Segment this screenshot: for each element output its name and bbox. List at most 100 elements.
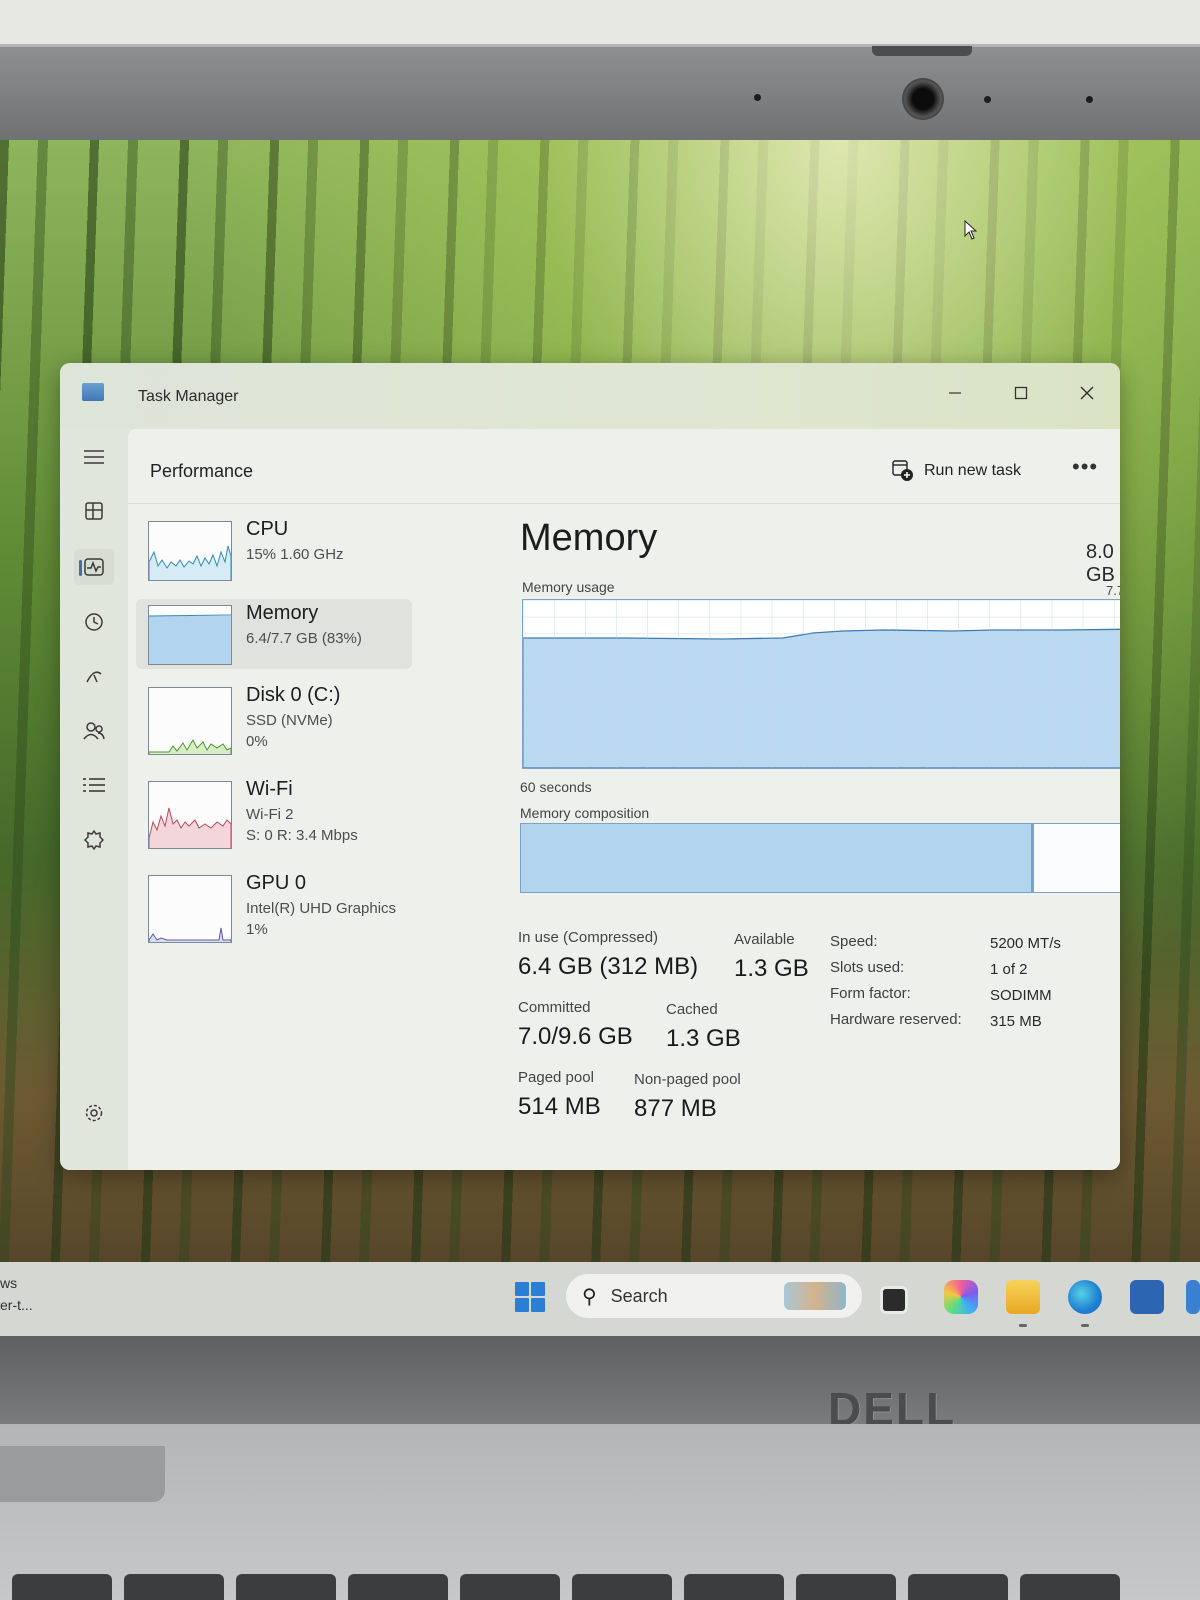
- nav-details[interactable]: [74, 767, 114, 803]
- more-options-button[interactable]: •••: [1072, 454, 1098, 480]
- run-new-task-label: Run new task: [924, 462, 1021, 479]
- memory-heading: Memory: [520, 517, 658, 559]
- graph-time-left: 60 seconds: [520, 779, 592, 795]
- navigation-rail: [60, 429, 128, 1170]
- device-cpu[interactable]: CPU 15% 1.60 GHz: [136, 515, 412, 585]
- nav-processes[interactable]: [74, 493, 114, 529]
- paged-pool-value: 514 MB: [518, 1093, 601, 1120]
- window-title: Task Manager: [138, 388, 239, 405]
- memory-composition-bar: [520, 823, 1120, 893]
- task-manager-taskbar-icon[interactable]: [1186, 1280, 1200, 1314]
- running-indicator: [1019, 1324, 1027, 1327]
- windows-logo-tile: [515, 1282, 529, 1296]
- search-highlight-image: [784, 1282, 846, 1310]
- device-name: Disk 0 (C:): [246, 684, 341, 706]
- device-usage: 0%: [246, 733, 268, 750]
- form-factor-label: Form factor:: [830, 985, 911, 1002]
- cached-value: 1.3 GB: [666, 1025, 741, 1052]
- details-icon: [83, 778, 105, 792]
- non-paged-pool-label: Non-paged pool: [634, 1071, 741, 1088]
- device-wifi[interactable]: Wi-Fi Wi-Fi 2 S: 0 R: 3.4 Mbps: [136, 775, 412, 849]
- keyboard-row: [0, 1574, 1200, 1600]
- maximize-icon: [1014, 386, 1028, 400]
- microsoft-store-icon[interactable]: [1130, 1280, 1164, 1314]
- lid-notch: [872, 46, 972, 56]
- slots-label: Slots used:: [830, 959, 905, 976]
- minimize-icon: [949, 392, 961, 394]
- device-disk[interactable]: Disk 0 (C:) SSD (NVMe) 0%: [136, 681, 412, 755]
- device-name: Wi-Fi: [246, 778, 293, 800]
- edge-browser-icon[interactable]: [1068, 1280, 1102, 1314]
- keyboard-key: [124, 1574, 224, 1600]
- mouse-cursor-icon: [964, 220, 978, 240]
- device-detail: SSD (NVMe): [246, 712, 333, 729]
- non-paged-pool-value: 877 MB: [634, 1095, 717, 1122]
- file-explorer-icon[interactable]: [1006, 1280, 1040, 1314]
- device-detail: Intel(R) UHD Graphics: [246, 900, 397, 917]
- nav-startup-apps[interactable]: [74, 658, 114, 694]
- search-icon: ⚲: [582, 1285, 597, 1308]
- task-manager-icon: [82, 383, 104, 401]
- device-memory[interactable]: Memory 6.4/7.7 GB (83%): [136, 599, 412, 669]
- users-icon: [83, 722, 105, 740]
- content-pane: Performance Run new task ••• CPU 15% 1.6…: [128, 429, 1120, 1170]
- task-view-icon[interactable]: [880, 1286, 908, 1314]
- memory-composition-label: Memory composition: [520, 805, 650, 821]
- memory-usage-graph: [522, 599, 1120, 769]
- nav-app-history[interactable]: [74, 604, 114, 640]
- laptop-bottom-bezel: [0, 1336, 1200, 1426]
- hamburger-menu-button[interactable]: [74, 439, 114, 475]
- form-factor-value: SODIMM: [990, 987, 1052, 1004]
- maximize-button[interactable]: [998, 375, 1044, 411]
- cpu-thumbnail-graph: [148, 521, 232, 581]
- start-button[interactable]: [515, 1282, 545, 1312]
- nav-settings[interactable]: [74, 1095, 114, 1131]
- header-divider: [128, 503, 1120, 504]
- available-value: 1.3 GB: [734, 955, 809, 982]
- widget-line: ws: [0, 1275, 18, 1291]
- composition-modified: [1030, 824, 1034, 892]
- keyboard-key: [348, 1574, 448, 1600]
- cached-label: Cached: [666, 1001, 718, 1018]
- device-gpu[interactable]: GPU 0 Intel(R) UHD Graphics 1%: [136, 869, 412, 943]
- nav-services[interactable]: [74, 822, 114, 858]
- app-history-icon: [85, 613, 103, 631]
- composition-in-use: [521, 824, 1034, 892]
- widgets-button[interactable]: ws er-t...: [0, 1272, 33, 1316]
- windows-logo-tile: [531, 1298, 545, 1312]
- committed-label: Committed: [518, 999, 591, 1016]
- device-detail: 15% 1.60 GHz: [246, 546, 344, 563]
- committed-value: 7.0/9.6 GB: [518, 1023, 633, 1050]
- device-name: Memory: [246, 602, 319, 624]
- disk-thumbnail-graph: [148, 687, 232, 755]
- device-name: CPU: [246, 518, 289, 540]
- close-button[interactable]: [1064, 375, 1110, 411]
- webcam: [902, 78, 944, 120]
- nav-users[interactable]: [74, 713, 114, 749]
- sensor-dot: [1086, 96, 1093, 103]
- widget-line: er-t...: [0, 1297, 33, 1313]
- nav-performance[interactable]: [74, 549, 114, 585]
- title-bar[interactable]: Task Manager: [60, 363, 1120, 429]
- device-name: GPU 0: [246, 872, 307, 894]
- in-use-label: In use (Compressed): [518, 929, 659, 946]
- memory-usage-label: Memory usage: [522, 579, 615, 595]
- hamburger-icon: [84, 450, 104, 464]
- active-indicator: [79, 560, 82, 576]
- device-throughput: S: 0 R: 3.4 Mbps: [246, 827, 358, 844]
- copilot-icon[interactable]: [944, 1280, 978, 1314]
- keyboard-key: [796, 1574, 896, 1600]
- keyboard-key: [572, 1574, 672, 1600]
- laptop-top-bezel: [0, 44, 1200, 147]
- run-new-task-button[interactable]: Run new task: [892, 460, 1021, 482]
- run-task-icon: [892, 460, 913, 481]
- settings-icon: [85, 1104, 103, 1122]
- taskbar-search[interactable]: ⚲ Search: [566, 1274, 862, 1318]
- processes-icon: [85, 502, 103, 520]
- windows-logo-tile: [531, 1282, 545, 1296]
- device-detail: 6.4/7.7 GB (83%): [246, 630, 362, 647]
- minimize-button[interactable]: [932, 375, 978, 411]
- paged-pool-label: Paged pool: [518, 1069, 594, 1086]
- close-icon: [1080, 386, 1094, 400]
- search-placeholder: Search: [610, 1285, 668, 1306]
